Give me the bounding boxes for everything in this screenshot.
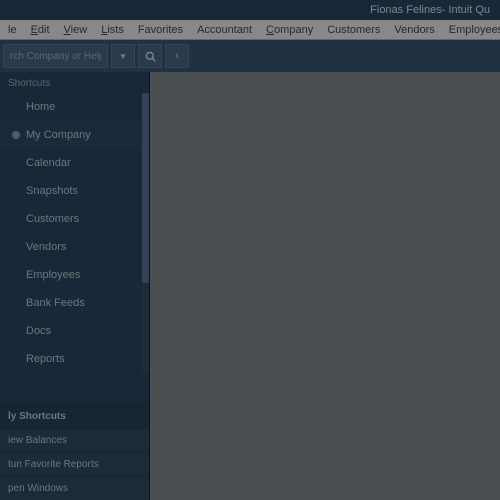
bank-icon [12,299,20,307]
sidebar-item-bank-feeds[interactable]: Bank Feeds [0,289,149,317]
sidebar-item-snapshots[interactable]: Snapshots [0,177,149,205]
company-icon [12,131,20,139]
sidebar-item-home[interactable]: Home [0,93,149,121]
sidebar-item-label: Reports [26,353,65,365]
calendar-icon [12,159,20,167]
search-input[interactable] [3,44,108,68]
sidebar-item-label: Bank Feeds [26,297,85,309]
sidebar-item-label: Customers [26,213,79,225]
scrollbar-thumb[interactable] [142,93,149,283]
sidebar-item-label: Docs [26,325,51,337]
sidebar-view-balances[interactable]: iew Balances [0,428,149,452]
sidebar: Shortcuts Home My Company Calendar Snaps… [0,72,150,500]
sidebar-item-docs[interactable]: Docs [0,317,149,345]
menu-accountant[interactable]: Accountant [191,22,258,38]
sidebar-item-employees[interactable]: Employees [0,261,149,289]
sidebar-item-label: Calendar [26,157,71,169]
reports-icon [12,355,20,363]
sidebar-my-shortcuts[interactable]: ly Shortcuts [0,404,149,428]
sidebar-item-label: My Company [26,129,91,141]
search-button[interactable] [138,44,162,68]
main-canvas [150,72,500,500]
sidebar-item-calendar[interactable]: Calendar [0,149,149,177]
sidebar-open-windows[interactable]: pen Windows [0,476,149,500]
sidebar-item-label: Vendors [26,241,66,253]
menu-vendors[interactable]: Vendors [388,22,440,38]
home-icon [12,103,20,111]
collapse-button[interactable]: ‹ [165,44,189,68]
vendors-icon [12,243,20,251]
menu-view[interactable]: View [58,22,94,38]
menu-customers[interactable]: Customers [321,22,386,38]
sidebar-shortcut-list: Home My Company Calendar Snapshots Custo… [0,93,149,373]
menu-file[interactable]: le [2,22,23,38]
sidebar-item-vendors[interactable]: Vendors [0,233,149,261]
customers-icon [12,215,20,223]
sidebar-bottom-nav: ly Shortcuts iew Balances tun Favorite R… [0,404,149,500]
sidebar-item-label: Employees [26,269,80,281]
sidebar-item-label: Home [26,101,55,113]
toolbar: ▼ ‹ [0,40,500,72]
menu-employees[interactable]: Employees [443,22,500,38]
product-name: - Intuit Qu [442,4,490,16]
chevron-left-icon: ‹ [175,50,179,62]
search-dropdown[interactable]: ▼ [111,44,135,68]
menu-favorites[interactable]: Favorites [132,22,189,38]
menu-company[interactable]: Company [260,22,319,38]
company-name: Fionas Felines [370,4,442,16]
title-bar: Fionas Felines - Intuit Qu [0,0,500,20]
employees-icon [12,271,20,279]
snapshot-icon [12,187,20,195]
sidebar-header: Shortcuts [0,72,149,93]
sidebar-item-label: Snapshots [26,185,78,197]
docs-icon [12,327,20,335]
menu-edit[interactable]: Edit [25,22,56,38]
search-icon [145,51,156,62]
sidebar-item-customers[interactable]: Customers [0,205,149,233]
sidebar-item-my-company[interactable]: My Company [0,121,149,149]
sidebar-run-favorite-reports[interactable]: tun Favorite Reports [0,452,149,476]
menu-lists[interactable]: Lists [95,22,130,38]
sidebar-item-reports[interactable]: Reports [0,345,149,373]
scrollbar-track[interactable] [142,93,149,373]
menu-bar: le Edit View Lists Favorites Accountant … [0,20,500,40]
